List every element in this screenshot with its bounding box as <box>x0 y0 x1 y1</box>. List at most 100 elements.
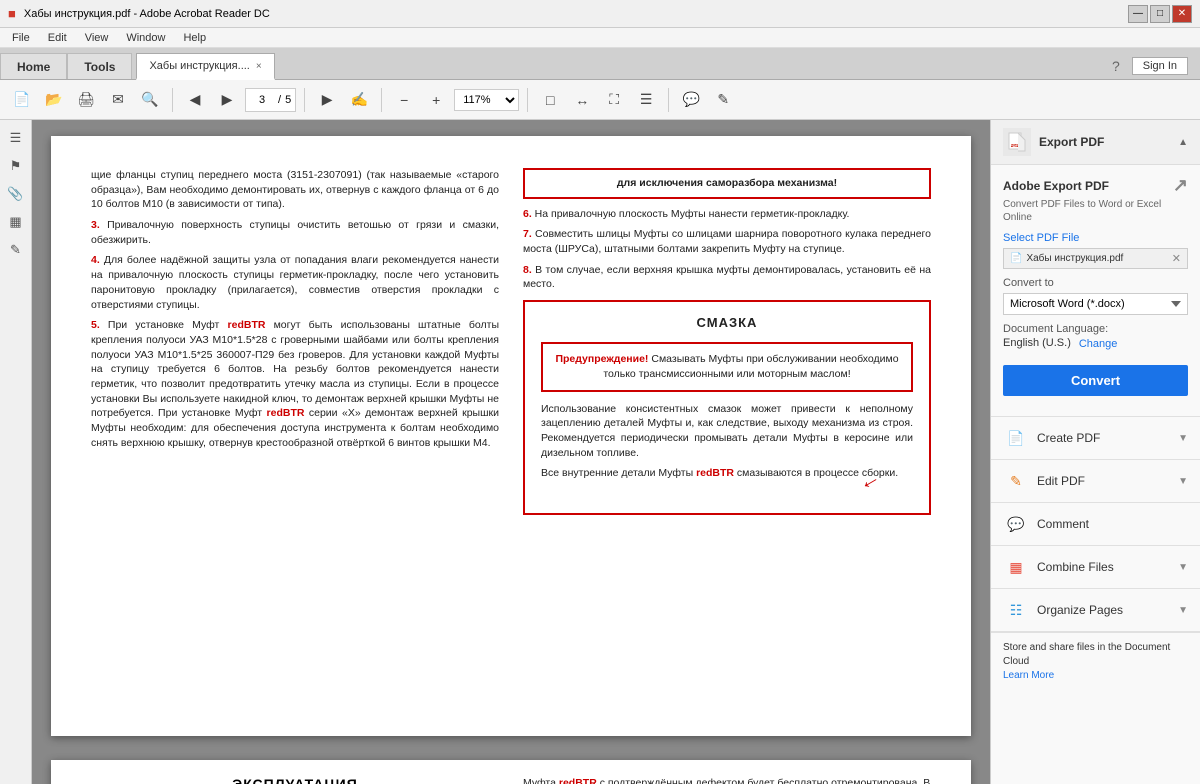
minimize-button[interactable]: — <box>1128 5 1148 23</box>
page-nav: / 5 <box>245 88 296 112</box>
toolbar-sep-1 <box>172 88 173 112</box>
edit-pdf-chevron: ▼ <box>1178 476 1188 487</box>
smazka-title: СМАЗКА <box>541 314 913 332</box>
page-total: 5 <box>285 94 291 106</box>
left-panel-thumbs[interactable]: ☰ <box>4 126 28 150</box>
toolbar-fit-page-btn[interactable]: □ <box>536 86 564 114</box>
eks-brand: redBTR <box>559 777 597 784</box>
cloud-text: Store and share files in the Document Cl… <box>1003 642 1170 667</box>
left-panel-layers[interactable]: ▦ <box>4 210 28 234</box>
comment-section[interactable]: 💬 Comment <box>991 503 1200 546</box>
comment-label: Comment <box>1037 517 1089 531</box>
file-pill-close[interactable]: ✕ <box>1172 252 1181 265</box>
toolbar-zoom-out-btn[interactable]: − <box>390 86 418 114</box>
menu-help[interactable]: Help <box>175 29 214 47</box>
organize-pages-label: Organize Pages <box>1037 603 1123 617</box>
toolbar-prev-btn[interactable]: ◀ <box>181 86 209 114</box>
left-panel-edit[interactable]: ✎ <box>4 238 28 262</box>
smazka-warning-box: Предупреждение! Смазывать Муфты при обсл… <box>541 342 913 391</box>
page-current-input[interactable] <box>250 91 274 109</box>
toolbar: 📄 📂 🖨 ✉ 🔍 ◀ ▶ / 5 ▶ ✍ − + 117% 100% 75% … <box>0 80 1200 120</box>
eks-title: ЭКСПЛУАТАЦИЯ <box>91 776 499 784</box>
menu-edit[interactable]: Edit <box>40 29 75 47</box>
adobe-export-expand-icon[interactable]: ↗ <box>1173 175 1188 196</box>
tab-bar-right: ? Sign In <box>1112 57 1188 75</box>
select-pdf-label[interactable]: Select PDF File <box>1003 232 1188 244</box>
smazka-body-p2: Все внутренние детали Муфты redBTR смазы… <box>541 466 913 501</box>
left-panel-attachments[interactable]: 📎 <box>4 182 28 206</box>
toolbar-sep-3 <box>381 88 382 112</box>
close-button[interactable]: ✕ <box>1172 5 1192 23</box>
pdf-para-4: 4. Для более надёжной защиты узла от поп… <box>91 253 499 312</box>
toolbar-sep-4 <box>527 88 528 112</box>
tab-tools[interactable]: Tools <box>67 53 132 79</box>
eks-col-left: ЭКСПЛУАТАЦИЯ Внимание! Включать Муфты сл… <box>91 776 499 784</box>
toolbar-comment-btn[interactable]: 💬 <box>677 86 705 114</box>
adobe-export-subtitle: Convert PDF Files to Word or Excel Onlin… <box>1003 198 1188 224</box>
title-bar: ■ Хабы инструкция.pdf - Adobe Acrobat Re… <box>0 0 1200 28</box>
tab-document[interactable]: Хабы инструкция.... × <box>136 53 274 80</box>
organize-pages-chevron: ▼ <box>1178 605 1188 616</box>
edit-pdf-left: ✎ Edit PDF <box>1003 468 1085 494</box>
pdf-icon-svg: PDF <box>1008 132 1026 152</box>
toolbar-fit-width-btn[interactable]: ↔ <box>568 86 596 114</box>
menu-view[interactable]: View <box>77 29 117 47</box>
pdf-para-3: 3. Привалочную поверхность ступицы очист… <box>91 218 499 247</box>
pdf-right-p6: 6. На привалочную плоскость Муфты нанест… <box>523 207 931 222</box>
toolbar-select-btn[interactable]: ▶ <box>313 86 341 114</box>
file-pill-icon: 📄 <box>1010 253 1022 264</box>
help-icon[interactable]: ? <box>1112 58 1120 74</box>
sign-in-button[interactable]: Sign In <box>1132 57 1188 75</box>
toolbar-email-btn[interactable]: ✉ <box>104 86 132 114</box>
organize-pages-section[interactable]: ☷ Organize Pages ▼ <box>991 589 1200 632</box>
smazka-section: СМАЗКА Предупреждение! Смазывать Муфты п… <box>523 300 931 515</box>
pdf-right-p8: 8. В том случае, если верхняя крышка муф… <box>523 263 931 292</box>
combine-files-section[interactable]: ▦ Combine Files ▼ <box>991 546 1200 589</box>
toolbar-zoom-in-btn[interactable]: + <box>422 86 450 114</box>
export-pdf-chevron[interactable]: ▲ <box>1178 137 1188 148</box>
export-pdf-header[interactable]: PDF Export PDF ▲ <box>991 120 1200 165</box>
smazka-warning-red: Предупреждение! <box>555 353 648 365</box>
zoom-select[interactable]: 117% 100% 75% 150% <box>454 89 519 111</box>
combine-files-label: Combine Files <box>1037 560 1114 574</box>
tab-document-label: Хабы инструкция.... <box>149 60 249 72</box>
pdf-viewer[interactable]: щие фланцы ступиц переднего моста (3151-… <box>32 120 990 784</box>
main-area: ☰ ⚑ 📎 ▦ ✎ щие фланцы ступиц переднего мо… <box>0 120 1200 784</box>
change-link[interactable]: Change <box>1079 338 1118 350</box>
toolbar-hand-btn[interactable]: ✍ <box>345 86 373 114</box>
learn-more-link[interactable]: Learn More <box>1003 670 1054 681</box>
pdf-num-3: 3. <box>91 219 100 231</box>
organize-pages-icon: ☷ <box>1003 597 1029 623</box>
file-pill-name: Хабы инструкция.pdf <box>1026 253 1123 264</box>
tab-home[interactable]: Home <box>0 53 67 79</box>
doc-language-label: Document Language: <box>1003 323 1188 335</box>
toolbar-next-btn[interactable]: ▶ <box>213 86 241 114</box>
toolbar-draw-btn[interactable]: ✎ <box>709 86 737 114</box>
toolbar-new-btn[interactable]: 📄 <box>8 86 36 114</box>
title-bar-controls: — □ ✕ <box>1128 5 1192 23</box>
create-pdf-section[interactable]: 📄 Create PDF ▼ <box>991 417 1200 460</box>
menu-file[interactable]: File <box>4 29 38 47</box>
toolbar-search-btn[interactable]: 🔍 <box>136 86 164 114</box>
menu-window[interactable]: Window <box>118 29 173 47</box>
adobe-export-title-text: Adobe Export PDF <box>1003 179 1109 193</box>
create-pdf-icon: 📄 <box>1003 425 1029 451</box>
toolbar-print-btn[interactable]: 🖨 <box>72 86 100 114</box>
tab-close-btn[interactable]: × <box>256 61 262 72</box>
toolbar-reading-btn[interactable]: ☰ <box>632 86 660 114</box>
create-pdf-left: 📄 Create PDF <box>1003 425 1100 451</box>
left-panel-bookmarks[interactable]: ⚑ <box>4 154 28 178</box>
toolbar-fullscreen-btn[interactable]: ⛶ <box>600 86 628 114</box>
page-sep: / <box>278 94 281 106</box>
comment-icon: 💬 <box>1003 511 1029 537</box>
maximize-button[interactable]: □ <box>1150 5 1170 23</box>
create-pdf-chevron: ▼ <box>1178 433 1188 444</box>
convert-button[interactable]: Convert <box>1003 365 1188 396</box>
toolbar-open-btn[interactable]: 📂 <box>40 86 68 114</box>
toolbar-sep-5 <box>668 88 669 112</box>
convert-to-label: Convert to <box>1003 277 1188 289</box>
organize-pages-left: ☷ Organize Pages <box>1003 597 1123 623</box>
pdf-col-left: щие фланцы ступиц переднего моста (3151-… <box>91 168 499 704</box>
edit-pdf-section[interactable]: ✎ Edit PDF ▼ <box>991 460 1200 503</box>
convert-to-select[interactable]: Microsoft Word (*.docx) Microsoft Excel … <box>1003 293 1188 315</box>
